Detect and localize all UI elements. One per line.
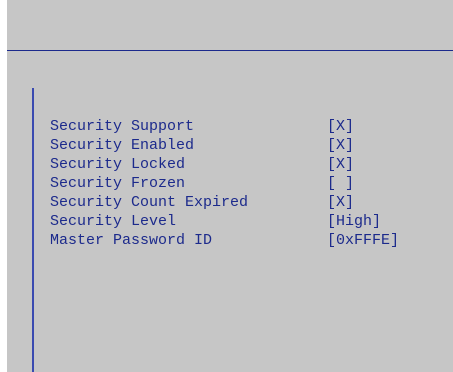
security-support-row: Security Support [X]	[50, 117, 399, 136]
security-support-value: [X]	[327, 118, 355, 135]
security-support-label: Security Support	[50, 118, 195, 135]
security-enabled-row: Security Enabled [X]	[50, 136, 399, 155]
left-border-line	[32, 88, 34, 372]
security-level-row: Security Level [High]	[50, 212, 399, 231]
security-frozen-label: Security Frozen	[50, 175, 186, 192]
security-locked-value: [X]	[327, 156, 355, 173]
security-count-expired-value: [X]	[327, 194, 355, 211]
security-level-value: [High]	[327, 213, 382, 230]
security-frozen-row: Security Frozen [ ]	[50, 174, 399, 193]
header-divider	[7, 50, 453, 51]
security-enabled-label: Security Enabled	[50, 137, 195, 154]
security-count-expired-row: Security Count Expired [X]	[50, 193, 399, 212]
security-info-list: Security Support [X] Security Enabled [X…	[50, 117, 399, 250]
master-password-id-row: Master Password ID [0xFFFE]	[50, 231, 399, 250]
master-password-id-label: Master Password ID	[50, 232, 213, 249]
master-password-id-value: [0xFFFE]	[327, 232, 400, 249]
security-enabled-value: [X]	[327, 137, 355, 154]
security-count-expired-label: Security Count Expired	[50, 194, 249, 211]
security-level-label: Security Level	[50, 213, 177, 230]
security-locked-row: Security Locked [X]	[50, 155, 399, 174]
security-frozen-value: [ ]	[327, 175, 355, 192]
security-locked-label: Security Locked	[50, 156, 186, 173]
